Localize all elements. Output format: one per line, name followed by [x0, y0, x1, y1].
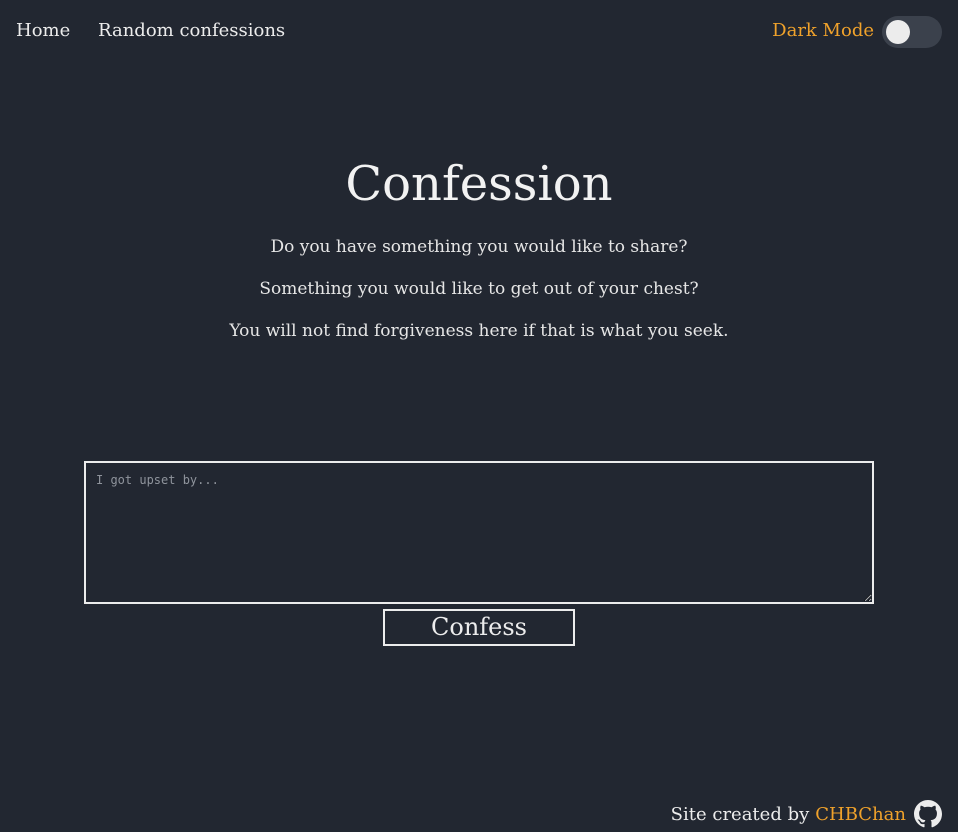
footer-credit-text: Site created by: [670, 803, 810, 825]
intro-line: You will not find forgiveness here if th…: [229, 321, 729, 341]
github-icon[interactable]: [914, 800, 942, 828]
nav-random-confessions-link[interactable]: Random confessions: [98, 20, 285, 41]
intro-line: Do you have something you would like to …: [270, 237, 688, 257]
confess-button[interactable]: Confess: [383, 609, 575, 646]
toggle-knob: [886, 20, 910, 44]
dark-mode-toggle[interactable]: [882, 16, 942, 48]
navbar: Home Random confessions Dark Mode: [0, 0, 958, 64]
author-link[interactable]: CHBChan: [815, 804, 906, 825]
footer: Site created by CHBChan: [671, 798, 942, 830]
intro-line: Something you would like to get out of y…: [259, 279, 699, 299]
confession-textarea[interactable]: [84, 461, 874, 604]
page-title: Confession: [345, 156, 613, 212]
nav-home-link[interactable]: Home: [16, 20, 70, 41]
dark-mode-label: Dark Mode: [772, 20, 874, 41]
